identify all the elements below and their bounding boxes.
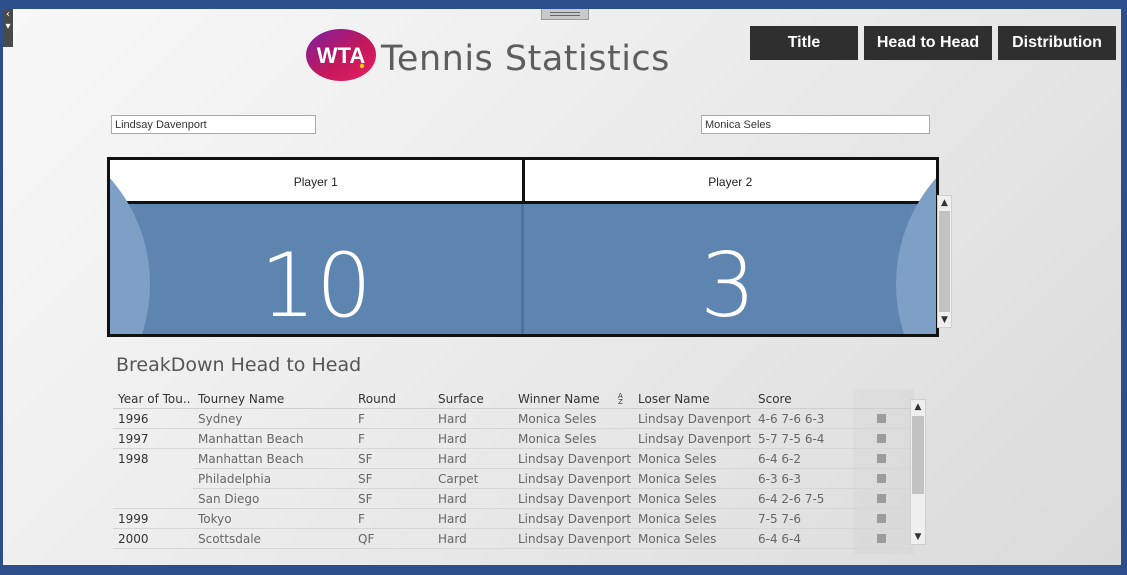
- col-header-winner[interactable]: Winner Name: [518, 389, 600, 409]
- cell-round: F: [358, 412, 365, 426]
- cell-loser: Lindsay Davenport: [638, 412, 752, 426]
- cell-round: SF: [358, 452, 373, 466]
- head-to-head-panel: Player 1 Player 2 10 3: [107, 157, 939, 337]
- row-marker-icon[interactable]: [877, 534, 886, 543]
- cell-loser: Lindsay Davenport: [638, 432, 752, 446]
- table-row[interactable]: 1999 Tokyo F Hard Lindsay Davenport Monica Se…: [113, 509, 913, 529]
- row-marker-icon[interactable]: [877, 494, 886, 503]
- breakdown-title: BreakDown Head to Head: [116, 354, 362, 376]
- cell-loser: Monica Seles: [638, 472, 717, 486]
- player1-input[interactable]: Lindsay Davenport: [111, 115, 316, 134]
- nav-head-to-head-button[interactable]: Head to Head: [864, 26, 992, 60]
- cell-round: F: [358, 512, 365, 526]
- cell-score: 6-3 6-3: [758, 472, 802, 486]
- cell-loser: Monica Seles: [638, 532, 717, 546]
- cell-loser: Monica Seles: [638, 512, 717, 526]
- col-header-surface[interactable]: Surface: [438, 389, 484, 409]
- collapse-arrows-icon[interactable]: ‹ ▾: [3, 9, 13, 47]
- col-header-tourney[interactable]: Tourney Name: [198, 389, 284, 409]
- cell-surface: Carpet: [438, 472, 479, 486]
- cell-round: SF: [358, 492, 373, 506]
- cell-score: 6-4 6-2: [758, 452, 802, 466]
- panel-divider: [521, 204, 524, 334]
- table-scroll-up-icon[interactable]: ▲: [911, 400, 925, 414]
- col-header-score[interactable]: Score: [758, 389, 792, 409]
- cell-winner: Monica Seles: [518, 412, 597, 426]
- col-header-loser[interactable]: Loser Name: [638, 389, 710, 409]
- drag-handle[interactable]: [541, 9, 589, 20]
- cell-year: 1996: [118, 412, 149, 426]
- logo-text: WTA: [317, 43, 366, 68]
- scroll-thumb[interactable]: [939, 211, 950, 312]
- row-marker-icon[interactable]: [877, 474, 886, 483]
- cell-tourney: Manhattan Beach: [198, 452, 304, 466]
- cell-surface: Hard: [438, 532, 467, 546]
- table-scrollbar[interactable]: ▲ ▼: [910, 399, 926, 545]
- wta-logo: WTA: [306, 29, 376, 81]
- table-scroll-thumb[interactable]: [912, 416, 924, 494]
- table-row[interactable]: Philadelphia SF Carpet Lindsay Davenport Mon…: [113, 469, 913, 489]
- table-row[interactable]: 1997 Manhattan Beach F Hard Monica Seles Lind…: [113, 429, 913, 449]
- player1-header: Player 1: [110, 160, 525, 201]
- cell-winner: Lindsay Davenport: [518, 472, 632, 486]
- table-row[interactable]: 1996 Sydney F Hard Monica Seles Lindsay Daven…: [113, 409, 913, 429]
- cell-score: 4-6 7-6 6-3: [758, 412, 825, 426]
- row-marker-icon[interactable]: [877, 414, 886, 423]
- cell-loser: Monica Seles: [638, 492, 717, 506]
- cell-tourney: Manhattan Beach: [198, 432, 304, 446]
- cell-tourney: Scottsdale: [198, 532, 261, 546]
- cell-surface: Hard: [438, 432, 467, 446]
- cell-score: 7-5 7-6: [758, 512, 802, 526]
- page-title: Tennis Statistics: [381, 39, 670, 79]
- cell-winner: Lindsay Davenport: [518, 492, 632, 506]
- nav-distribution-button[interactable]: Distribution: [998, 26, 1116, 60]
- cell-score: 6-4 2-6 7-5: [758, 492, 825, 506]
- cell-tourney: Tokyo: [198, 512, 232, 526]
- scroll-down-icon[interactable]: ▼: [938, 313, 951, 327]
- cell-year: 2000: [118, 532, 149, 546]
- cell-loser: Monica Seles: [638, 452, 717, 466]
- sort-icon[interactable]: AZ: [618, 393, 626, 406]
- cell-tourney: San Diego: [198, 492, 260, 506]
- player2-header: Player 2: [708, 175, 753, 189]
- cell-round: SF: [358, 472, 373, 486]
- cell-tourney: Philadelphia: [198, 472, 272, 486]
- cell-surface: Hard: [438, 512, 467, 526]
- cell-score: 6-4 6-4: [758, 532, 802, 546]
- player2-input[interactable]: Monica Seles: [701, 115, 930, 134]
- cell-year: 1998: [118, 452, 149, 466]
- nav-title-button[interactable]: Title: [750, 26, 858, 60]
- cell-round: F: [358, 432, 365, 446]
- player1-wins: 10: [260, 234, 372, 337]
- cell-round: QF: [358, 532, 375, 546]
- row-marker-icon[interactable]: [877, 514, 886, 523]
- player2-wins: 3: [700, 234, 756, 337]
- cell-surface: Hard: [438, 412, 467, 426]
- col-header-round[interactable]: Round: [358, 389, 396, 409]
- cell-surface: Hard: [438, 452, 467, 466]
- cell-tourney: Sydney: [198, 412, 243, 426]
- h2h-scrollbar[interactable]: ▲ ▼: [937, 195, 952, 328]
- cell-year: 1999: [118, 512, 149, 526]
- table-scroll-down-icon[interactable]: ▼: [911, 530, 925, 544]
- cell-surface: Hard: [438, 492, 467, 506]
- table-row[interactable]: 2000 Scottsdale QF Hard Lindsay Davenport Mon…: [113, 529, 913, 549]
- scroll-up-icon[interactable]: ▲: [938, 196, 951, 210]
- cell-winner: Lindsay Davenport: [518, 452, 632, 466]
- cell-score: 5-7 7-5 6-4: [758, 432, 825, 446]
- table-row[interactable]: 1998 Manhattan Beach SF Hard Lindsay Davenpo…: [113, 449, 913, 469]
- cell-year: 1997: [118, 432, 149, 446]
- row-marker-icon[interactable]: [877, 454, 886, 463]
- cell-winner: Lindsay Davenport: [518, 532, 632, 546]
- dashboard-frame: ‹ ▾ WTA Tennis Statistics Title Head to H…: [3, 9, 1121, 565]
- cell-winner: Lindsay Davenport: [518, 512, 632, 526]
- table-row[interactable]: San Diego SF Hard Lindsay Davenport Monica S…: [113, 489, 913, 509]
- row-marker-icon[interactable]: [877, 434, 886, 443]
- col-header-year[interactable]: Year of Tou..: [118, 389, 190, 409]
- cell-winner: Monica Seles: [518, 432, 597, 446]
